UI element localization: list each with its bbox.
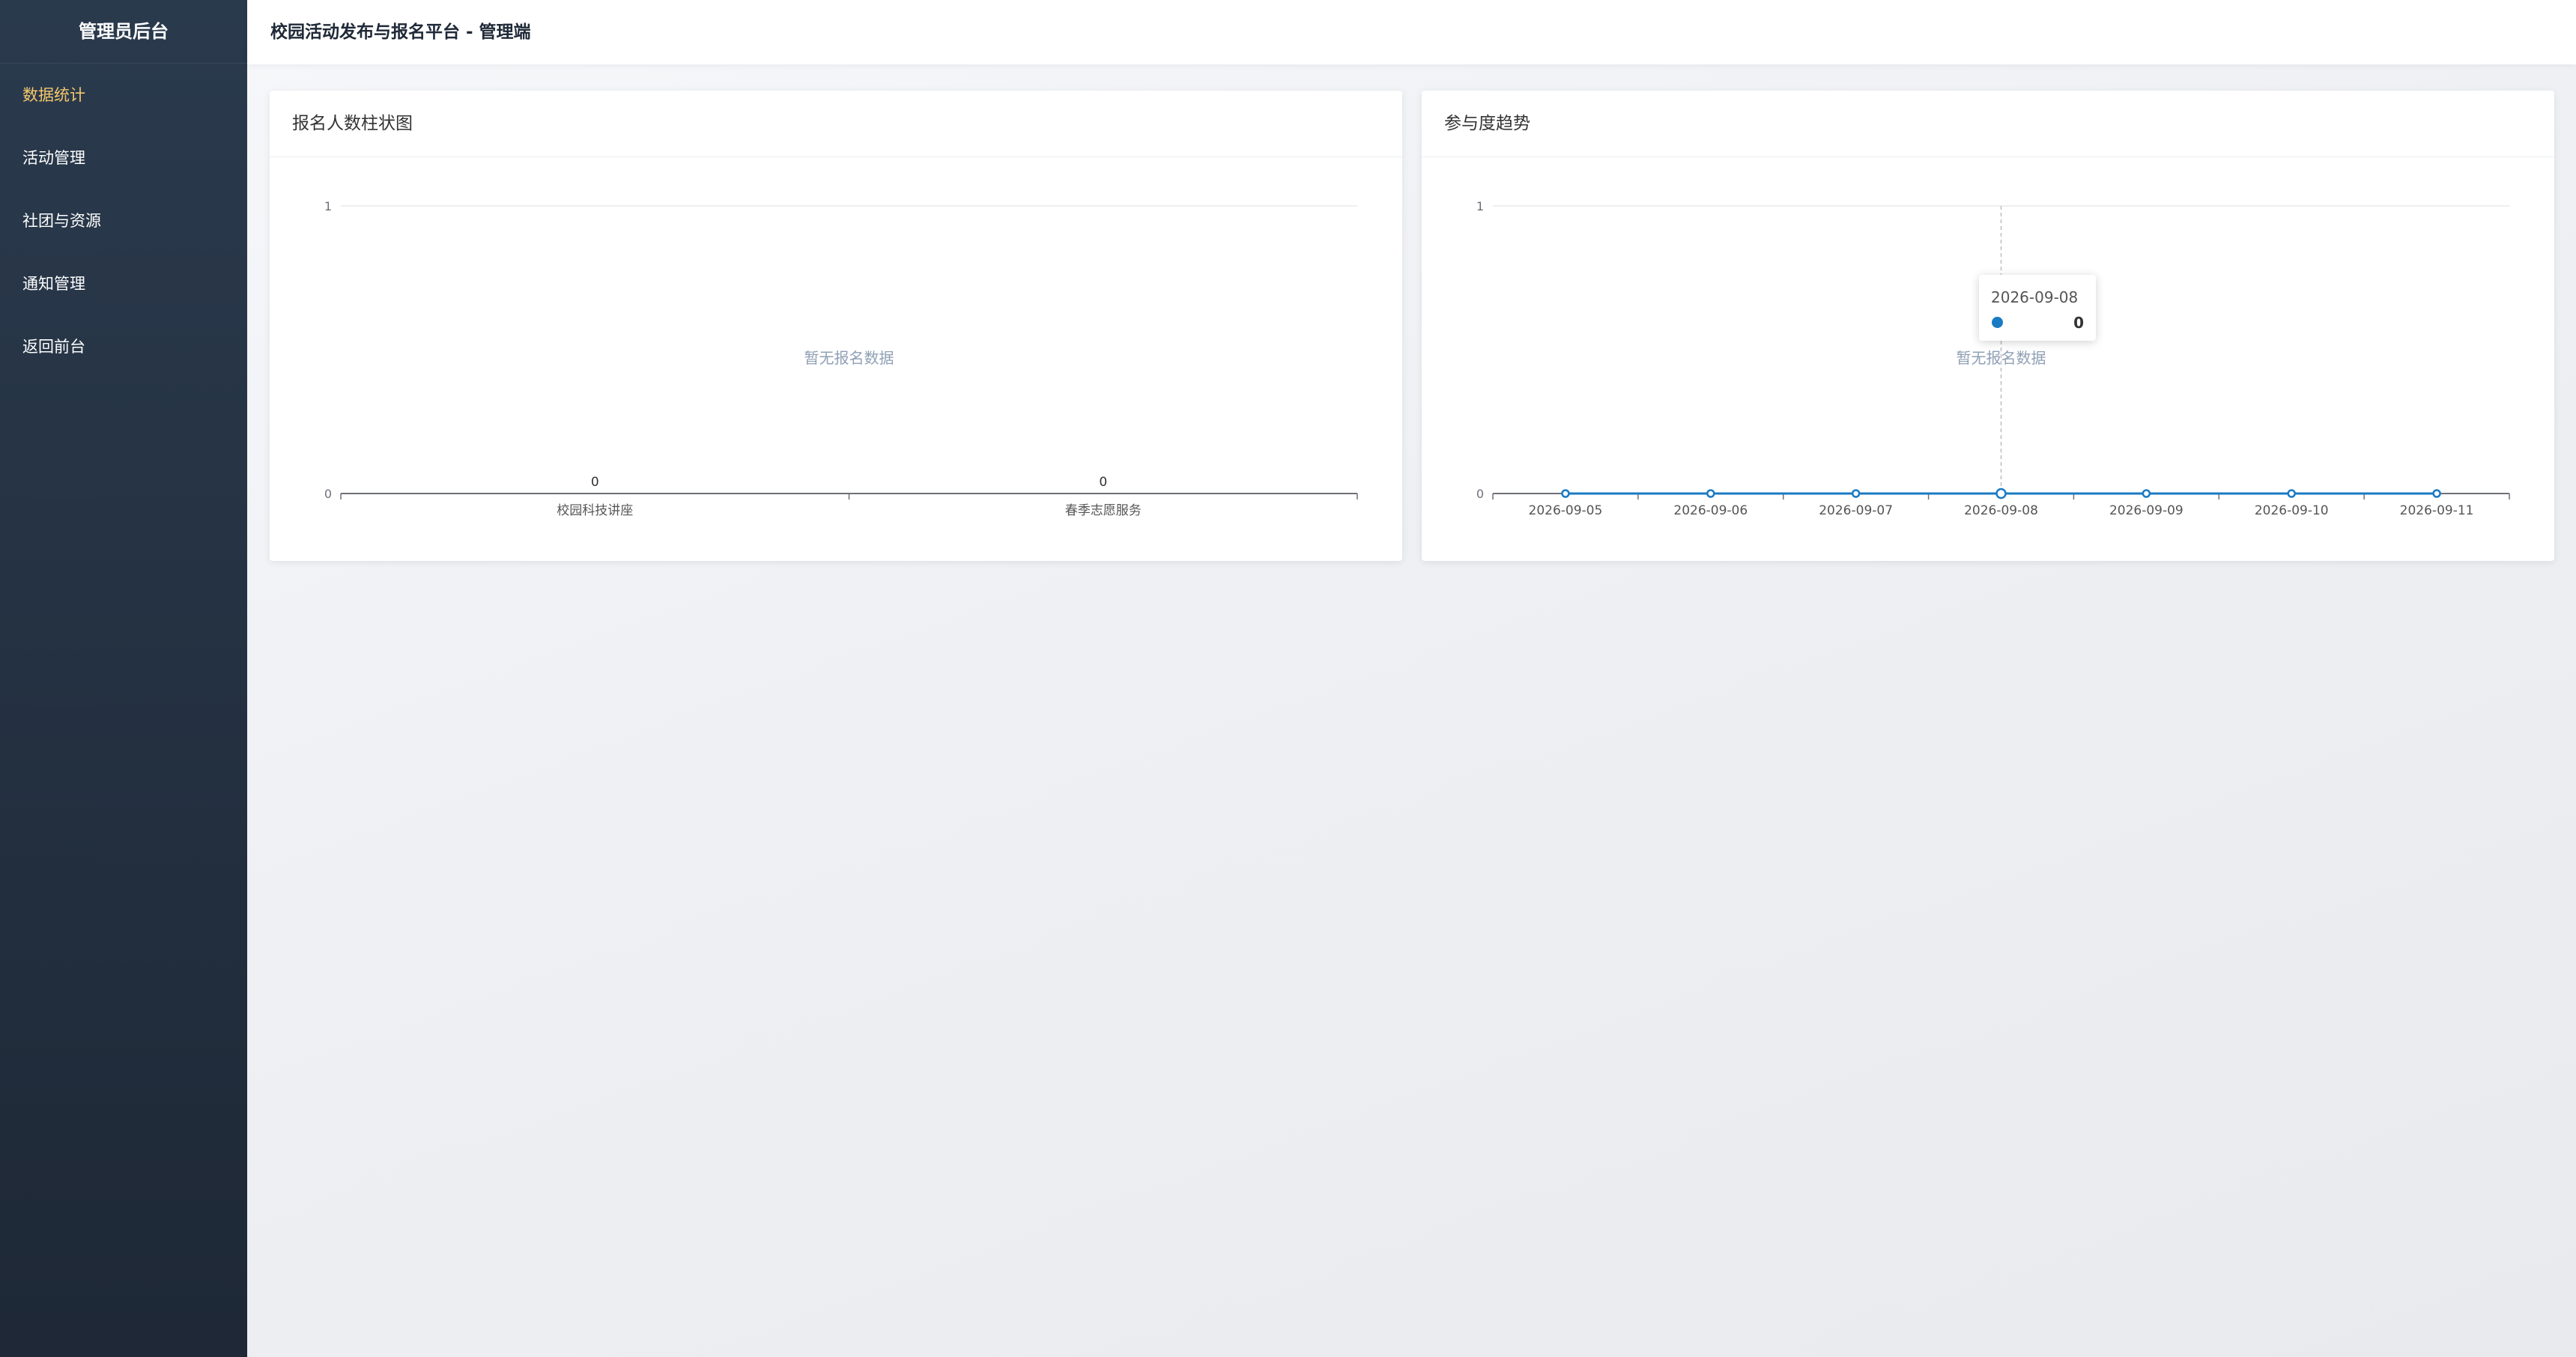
sidebar-item-clubs[interactable]: 社团与资源 xyxy=(0,189,247,252)
page-title: 校园活动发布与报名平台 - 管理端 xyxy=(270,22,531,42)
data-point xyxy=(2142,489,2151,498)
tooltip-series-dot xyxy=(1992,317,2003,328)
y-tick-label: 1 xyxy=(324,199,332,213)
bar-chart-title: 报名人数柱状图 xyxy=(270,91,1402,157)
empty-state-text: 暂无报名数据 xyxy=(804,349,894,367)
bar-data-label: 0 xyxy=(1099,475,1107,490)
x-tick-label: 2026-09-11 xyxy=(2400,503,2474,518)
x-tick-label: 校园科技讲座 xyxy=(557,503,633,518)
bar-data-label: 0 xyxy=(591,475,599,490)
data-point xyxy=(1706,489,1715,498)
x-tick-label: 2026-09-10 xyxy=(2255,503,2329,518)
data-point xyxy=(2432,489,2441,498)
sidebar-item-stats[interactable]: 数据统计 xyxy=(0,64,247,127)
x-tick-label: 2026-09-08 xyxy=(1964,503,2038,518)
x-tick-label: 春季志愿服务 xyxy=(1065,503,1142,518)
data-point xyxy=(1561,489,1570,498)
sidebar-item-back-front[interactable]: 返回前台 xyxy=(0,315,247,378)
sidebar-item-notices[interactable]: 通知管理 xyxy=(0,252,247,315)
line-chart-title: 参与度趋势 xyxy=(1422,91,2554,157)
top-bar: 校园活动发布与报名平台 - 管理端 xyxy=(247,0,2576,64)
line-chart-card: 0 1 2026-09-05 2026-09-06 2026-09-07 2026-09-… xyxy=(1422,91,2554,561)
chart-tooltip: 2026-09-08 0 xyxy=(1979,275,2096,341)
tooltip-date: 2026-09-08 xyxy=(1991,288,2079,306)
sidebar-item-activities[interactable]: 活动管理 xyxy=(0,127,247,189)
bar-chart-card: 0 1 0 校园科技讲座 0 春季志愿服务 暂无报名数据 报名人数柱状图 xyxy=(270,91,1402,561)
data-point xyxy=(1995,488,2007,500)
y-tick-label: 0 xyxy=(1476,487,1484,501)
sidebar-title: 管理员后台 xyxy=(0,0,247,64)
bar-chart: 0 1 0 校园科技讲座 0 春季志愿服务 暂无报名数据 xyxy=(324,199,1358,518)
x-tick-label: 2026-09-06 xyxy=(1673,503,1748,518)
y-tick-label: 0 xyxy=(324,487,332,501)
x-tick-label: 2026-09-05 xyxy=(1529,503,1603,518)
data-point xyxy=(1851,489,1861,498)
x-tick-label: 2026-09-09 xyxy=(2109,503,2183,518)
x-tick-label: 2026-09-07 xyxy=(1819,503,1893,518)
y-tick-label: 1 xyxy=(1476,199,1484,213)
empty-state-text: 暂无报名数据 xyxy=(1957,349,2046,367)
data-point xyxy=(2287,489,2296,498)
tooltip-value: 0 xyxy=(2073,314,2084,332)
sidebar: 管理员后台 数据统计 活动管理 社团与资源 通知管理 返回前台 xyxy=(0,0,247,1357)
